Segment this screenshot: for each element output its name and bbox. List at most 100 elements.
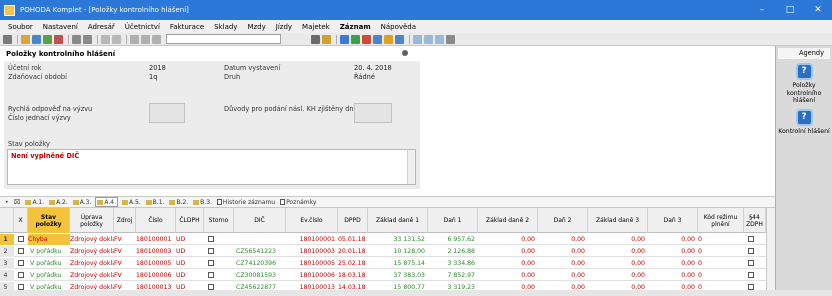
tab-a5[interactable]: A.5. [121,197,142,207]
table-row[interactable]: 2 V pořádku Zdrojový dokladFV 180100003 UD CZ… [0,246,766,257]
save-icon[interactable] [32,34,41,44]
table-row[interactable]: 3 V pořádku Zdrojový dokladFV 180100005 UD CZ… [0,258,766,269]
col-zaklad2[interactable]: Základ daně 2 [478,208,538,233]
col-storno[interactable]: Storno [204,208,234,233]
col-dic[interactable]: DIČ [234,208,286,233]
tab-a4[interactable]: A.4. [95,197,119,207]
undo-icon[interactable] [72,34,81,44]
menu-sklady[interactable]: Sklady [214,23,237,31]
first-icon[interactable] [130,34,139,44]
new-icon[interactable] [43,34,52,44]
row-checkbox[interactable] [18,236,24,242]
last-icon[interactable] [152,34,161,44]
col-dan2[interactable]: Daň 2 [538,208,588,233]
cell-cislo: 180100005 [136,260,172,267]
tab-poznamky[interactable]: Poznámky [279,197,317,207]
tab-historie[interactable]: Historie záznamu [216,197,276,207]
tab-a1[interactable]: A.1. [24,197,45,207]
row-checkbox[interactable] [18,260,24,266]
quick-search-input[interactable] [166,34,281,44]
tab-a2[interactable]: A.2. [48,197,69,207]
print-icon[interactable] [340,34,349,44]
cell-d1: 2 126,88 [447,248,475,255]
col-zaklad3[interactable]: Základ daně 3 [588,208,648,233]
redo-icon[interactable] [83,34,92,44]
table-row[interactable]: 1 ChybaZdrojový dokladFV 180100001 UD 180100… [0,234,766,245]
row-checkbox[interactable] [208,248,214,254]
menu-jizdy[interactable]: Jízdy [276,23,292,31]
close-button[interactable]: ✕ [804,0,832,20]
tab-b1[interactable]: B.1. [145,197,166,207]
col-x[interactable]: X [14,208,28,233]
cell-zdroj: FV [114,272,122,279]
rychla-input[interactable] [149,103,185,123]
col-evcislo[interactable]: Ev.číslo [286,208,338,233]
layout-icon[interactable] [424,34,433,44]
window-icon[interactable] [413,34,422,44]
prev-icon[interactable] [101,34,110,44]
row-checkbox[interactable] [748,272,754,278]
filter-icon[interactable] [322,34,331,44]
menu-napoveda[interactable]: Nápověda [381,23,416,31]
agenda-item-polozky[interactable]: ? Položky kontrolního hlášení [776,63,832,105]
folder-icon [72,199,79,205]
cell-z1: 10 128,00 [393,248,426,255]
tab-b3[interactable]: B.3. [192,197,213,207]
duvody-input[interactable] [354,103,392,123]
menu-mzdy[interactable]: Mzdy [247,23,265,31]
row-checkbox[interactable] [208,272,214,278]
col-uprava[interactable]: Úprava položky [70,208,114,233]
pin-icon[interactable] [402,50,408,56]
list-icon[interactable] [141,34,150,44]
col-kod[interactable]: Kód režimu plnění [698,208,744,233]
menu-ucetnictvi[interactable]: Účetnictví [125,23,160,31]
menu-zaznam[interactable]: Záznam [340,23,371,31]
menu-soubor[interactable]: Soubor [8,23,33,31]
row-checkbox[interactable] [748,236,754,242]
columns-icon[interactable] [435,34,444,44]
menu-nastaveni[interactable]: Nastavení [43,23,78,31]
tab-x[interactable]: ⌧ [13,197,22,207]
minimize-button[interactable]: – [748,0,776,20]
table-scrollbar[interactable] [766,208,775,296]
row-checkbox[interactable] [748,260,754,266]
row-checkbox[interactable] [208,236,214,242]
row-checkbox[interactable] [18,248,24,254]
col-cldph[interactable]: ČLDPH [176,208,204,233]
col-rownum [0,208,14,233]
maximize-button[interactable]: □ [776,0,804,20]
stav-textarea[interactable]: Není vyplněné DIČ [7,149,416,185]
menu-fakturace[interactable]: Fakturace [170,23,204,31]
row-checkbox[interactable] [748,248,754,254]
row-checkbox[interactable] [18,272,24,278]
col-dppd[interactable]: DPPD [338,208,368,233]
cross-icon[interactable] [362,34,371,44]
next-icon[interactable] [112,34,121,44]
col-dan1[interactable]: Daň 1 [428,208,478,233]
cell-cldph: UD [176,236,186,243]
agenda-item-kontrolni[interactable]: ? Kontrolní hlášení [776,108,832,136]
cell-ev: 180100003 [299,248,335,255]
col-dan3[interactable]: Daň 3 [648,208,698,233]
open-icon[interactable] [21,34,30,44]
delete-icon[interactable] [54,34,63,44]
check-icon[interactable] [351,34,360,44]
tab-a3[interactable]: A.3. [72,197,93,207]
row-checkbox[interactable] [208,260,214,266]
settings-icon[interactable] [446,34,455,44]
menu-adresar[interactable]: Adresář [88,23,115,31]
table-icon[interactable] [373,34,382,44]
col-s44[interactable]: §44 ZDPH [744,208,766,233]
star-icon[interactable] [384,34,393,44]
col-cislo[interactable]: Číslo [136,208,176,233]
dropdown-icon[interactable] [311,34,320,44]
col-stav[interactable]: Stav položky [28,208,70,233]
table-row[interactable]: 4 V pořádku Zdrojový dokladFV 180100006 UD CZ… [0,270,766,281]
tab-nav-dot[interactable]: • [4,197,10,207]
col-zdroj[interactable]: Zdroj [114,208,136,233]
tab-b2[interactable]: B.2. [168,197,189,207]
textarea-scrollbar[interactable] [407,150,415,184]
col-zaklad1[interactable]: Základ daně 1 [368,208,428,233]
export-icon[interactable] [395,34,404,44]
menu-majetek[interactable]: Majetek [302,23,330,31]
